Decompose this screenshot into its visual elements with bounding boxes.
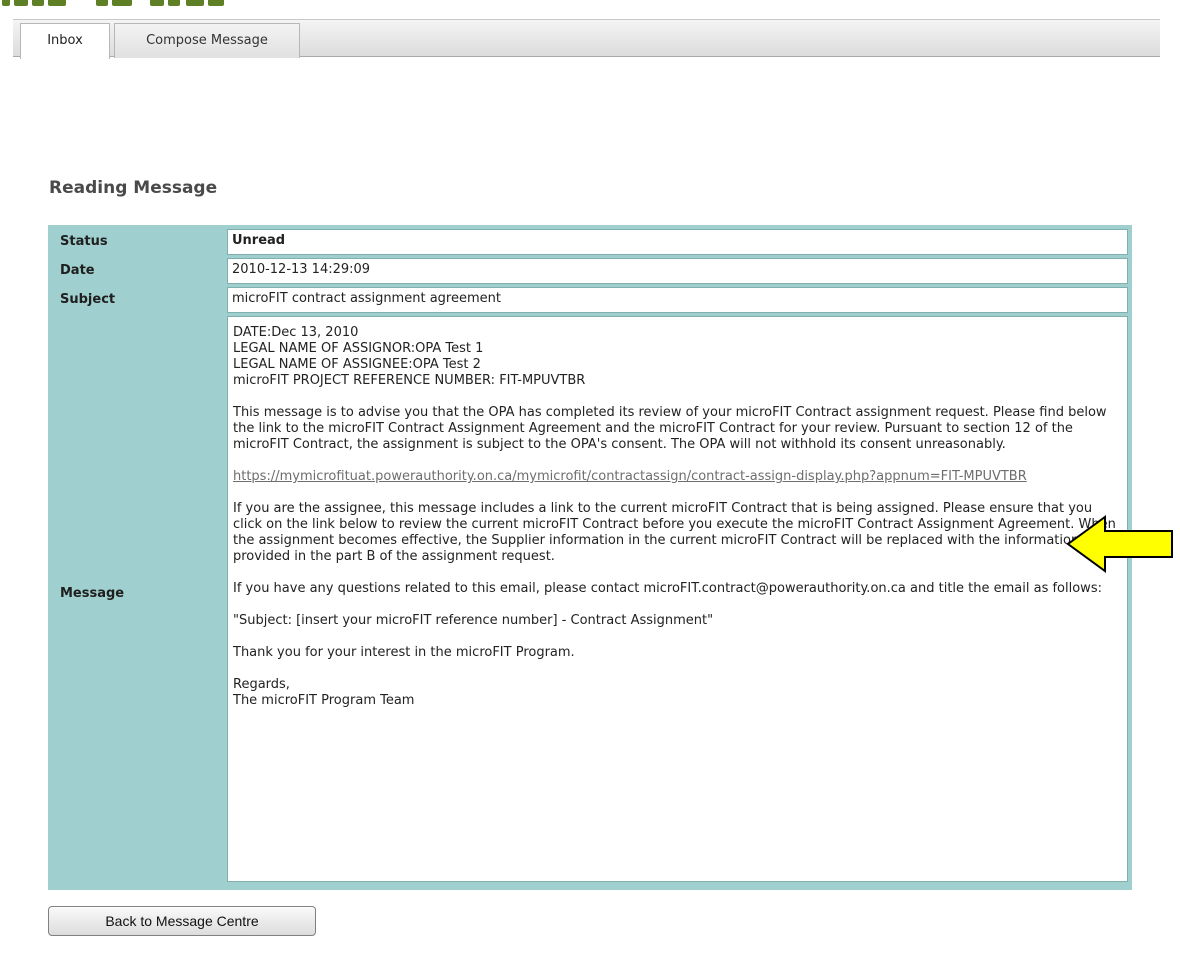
subject-label: Subject xyxy=(60,292,116,307)
subject-row: Subject microFIT contract assignment agr… xyxy=(52,287,1128,313)
message-detail-table: Status Unread Date 2010-12-13 14:29:09 S… xyxy=(48,225,1132,890)
header-line-assignee: LEGAL NAME OF ASSIGNEE:OPA Test 2 xyxy=(233,357,481,372)
message-link-wrapper: https://mymicrofituat.powerauthority.on.… xyxy=(233,469,1122,485)
page-title: Reading Message xyxy=(49,178,218,198)
message-paragraph-thanks: Thank you for your interest in the micro… xyxy=(233,645,575,660)
message-paragraph-assignee: If you are the assignee, this message in… xyxy=(233,501,1116,564)
status-label: Status xyxy=(60,234,108,249)
header-line-date: DATE:Dec 13, 2010 xyxy=(233,325,359,340)
header-line-reference: microFIT PROJECT REFERENCE NUMBER: FIT-M… xyxy=(233,373,586,388)
closing-regards: Regards, xyxy=(233,677,290,692)
message-header-block: DATE:Dec 13, 2010 LEGAL NAME OF ASSIGNOR… xyxy=(233,325,1122,389)
date-row: Date 2010-12-13 14:29:09 xyxy=(52,258,1128,284)
page-header-fragment xyxy=(0,0,240,6)
message-centre-page: Inbox Compose Message Reading Message St… xyxy=(0,0,1180,960)
status-row: Status Unread xyxy=(52,229,1128,255)
message-paragraph-review: This message is to advise you that the O… xyxy=(233,405,1107,452)
date-label: Date xyxy=(60,263,95,278)
tab-inbox[interactable]: Inbox xyxy=(20,23,110,59)
message-paragraph-subject-format: "Subject: [insert your microFIT referenc… xyxy=(233,613,714,628)
tab-compose-message[interactable]: Compose Message xyxy=(114,23,300,58)
yellow-left-arrow-icon xyxy=(1066,515,1173,573)
date-value: 2010-12-13 14:29:09 xyxy=(227,258,1128,284)
message-row: Message DATE:Dec 13, 2010 LEGAL NAME OF … xyxy=(52,316,1128,882)
back-to-message-centre-button[interactable]: Back to Message Centre xyxy=(48,906,316,936)
message-label: Message xyxy=(60,586,125,601)
tab-bar: Inbox Compose Message xyxy=(13,19,1160,59)
status-value: Unread xyxy=(227,229,1128,255)
closing-signature: The microFIT Program Team xyxy=(233,693,415,708)
subject-value: microFIT contract assignment agreement xyxy=(227,287,1128,313)
message-body: DATE:Dec 13, 2010 LEGAL NAME OF ASSIGNOR… xyxy=(227,316,1128,882)
header-line-assignor: LEGAL NAME OF ASSIGNOR:OPA Test 1 xyxy=(233,341,484,356)
arrow-shape xyxy=(1066,515,1173,573)
message-closing: Regards, The microFIT Program Team xyxy=(233,677,1122,709)
contract-assign-link[interactable]: https://mymicrofituat.powerauthority.on.… xyxy=(233,469,1027,484)
message-paragraph-questions: If you have any questions related to thi… xyxy=(233,581,1102,596)
